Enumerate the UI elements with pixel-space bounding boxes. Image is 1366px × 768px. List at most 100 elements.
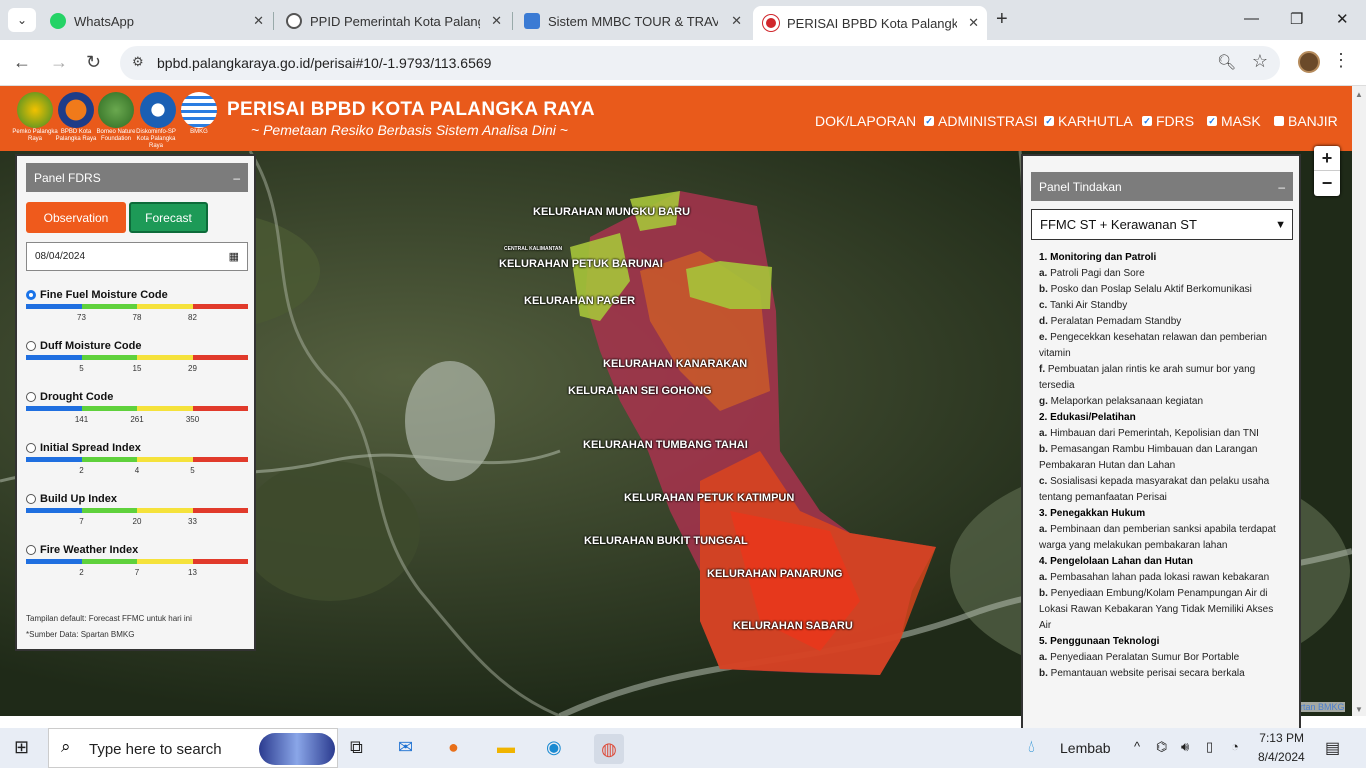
- taskbar-search[interactable]: ⌕ Type here to search: [48, 728, 338, 768]
- close-icon[interactable]: ✕: [491, 13, 502, 29]
- index-name[interactable]: Initial Spread Index: [40, 442, 141, 454]
- site-info-icon[interactable]: ⚙: [132, 54, 144, 70]
- action-key: c.: [1039, 476, 1048, 487]
- minimize-button[interactable]: –: [233, 171, 240, 185]
- menu-karhutla[interactable]: ✓ KARHUTLA: [1044, 113, 1133, 129]
- fdrs-index-item[interactable]: Drought Code 141 261 350: [26, 391, 248, 431]
- index-name[interactable]: Build Up Index: [40, 493, 117, 505]
- action-key: b.: [1039, 284, 1048, 295]
- tab-ppid[interactable]: PPID Pemerintah Kota Palangka ✕: [276, 6, 510, 36]
- menu-mask[interactable]: ✓ MASK: [1207, 113, 1261, 129]
- restore-window-button[interactable]: ❐: [1290, 10, 1303, 28]
- bnf-logo: [98, 92, 134, 128]
- checkbox-unchecked-icon[interactable]: [1274, 116, 1284, 126]
- action-key: a.: [1039, 268, 1048, 279]
- bookmark-star-icon[interactable]: ☆: [1252, 51, 1268, 72]
- forward-arrow-icon[interactable]: →: [50, 52, 68, 73]
- minimize-window-button[interactable]: —: [1244, 10, 1259, 27]
- battery-icon[interactable]: ▯: [1206, 739, 1213, 755]
- clock-date[interactable]: 8/4/2024: [1258, 750, 1305, 764]
- close-window-button[interactable]: ✕: [1336, 10, 1349, 28]
- close-icon[interactable]: ✕: [731, 13, 742, 29]
- date-value[interactable]: 08/04/2024: [35, 251, 85, 262]
- scale-tick-label: 141: [74, 415, 89, 424]
- browser-menu-icon[interactable]: ⋮: [1332, 50, 1350, 71]
- chrome-icon[interactable]: ◍: [594, 734, 624, 764]
- windows-start-icon[interactable]: ⊞: [14, 737, 29, 758]
- map-zoom-control[interactable]: + −: [1314, 146, 1340, 196]
- checkbox-checked-icon[interactable]: ✓: [1044, 116, 1054, 126]
- fdrs-index-item[interactable]: Fire Weather Index 2 7 13: [26, 544, 248, 584]
- profile-avatar[interactable]: [1298, 51, 1320, 73]
- chevron-up-icon[interactable]: ^: [1134, 739, 1140, 754]
- close-icon[interactable]: ✕: [253, 13, 264, 29]
- calendar-icon[interactable]: ▦: [229, 250, 239, 263]
- notification-icon[interactable]: ▤: [1325, 738, 1340, 758]
- action-key: b.: [1039, 444, 1048, 455]
- volume-icon[interactable]: 🔊︎: [1181, 739, 1189, 755]
- checkbox-checked-icon[interactable]: ✓: [924, 116, 934, 126]
- menu-dok-laporan[interactable]: DOK/LAPORAN: [815, 113, 916, 129]
- scale-segment-red: [192, 406, 248, 411]
- zoom-in-button[interactable]: +: [1314, 146, 1340, 171]
- radio-icon[interactable]: [26, 443, 36, 453]
- fdrs-index-item[interactable]: Duff Moisture Code 5 15 29: [26, 340, 248, 380]
- action-text: Pengecekkan kesehatan relawan dan pember…: [1039, 332, 1267, 359]
- action-key: 2.: [1039, 412, 1048, 423]
- map-attribution[interactable]: rtan BMKG: [1300, 702, 1345, 712]
- scale-segment-red: [192, 457, 248, 462]
- network-icon[interactable]: ⌬: [1156, 739, 1167, 755]
- radio-selected-icon[interactable]: [26, 290, 36, 300]
- menu-administrasi[interactable]: ✓ ADMINISTRASI: [924, 113, 1038, 129]
- new-tab-button[interactable]: +: [996, 8, 1008, 31]
- reload-icon[interactable]: ↻: [86, 52, 101, 73]
- tab-perisai[interactable]: PERISAI BPBD Kota Palangka Ra ✕: [753, 6, 987, 40]
- radio-icon[interactable]: [26, 494, 36, 504]
- fdrs-index-item[interactable]: Initial Spread Index 2 4 5: [26, 442, 248, 482]
- index-name[interactable]: Fire Weather Index: [40, 544, 138, 556]
- url-bar[interactable]: ⚙ bpbd.palangkaraya.go.id/perisai#10/-1.…: [120, 46, 1280, 80]
- zoom-out-button[interactable]: −: [1314, 171, 1340, 196]
- url-text[interactable]: bpbd.palangkaraya.go.id/perisai#10/-1.97…: [157, 55, 491, 71]
- file-explorer-icon[interactable]: ▬: [497, 737, 515, 758]
- tab-mmbc[interactable]: Sistem MMBC TOUR & TRAVEL ✕: [514, 6, 750, 36]
- select-value[interactable]: FFMC ST + Kerawanan ST: [1040, 217, 1197, 232]
- page-scrollbar[interactable]: ▲ ▼: [1352, 86, 1366, 716]
- date-input[interactable]: 08/04/2024 ▦: [26, 242, 248, 271]
- menu-banjir[interactable]: BANJIR: [1274, 113, 1338, 129]
- search-placeholder[interactable]: Type here to search: [89, 741, 222, 758]
- checkbox-checked-icon[interactable]: ✓: [1142, 116, 1152, 126]
- edge-icon[interactable]: ◉: [546, 737, 562, 758]
- index-name[interactable]: Drought Code: [40, 391, 113, 403]
- back-arrow-icon[interactable]: ←: [13, 52, 31, 73]
- firefox-icon[interactable]: ●: [448, 737, 459, 758]
- tab-whatsapp[interactable]: WhatsApp ✕: [40, 6, 272, 36]
- task-view-icon[interactable]: ⧉: [350, 737, 363, 758]
- minimize-button[interactable]: –: [1278, 180, 1285, 194]
- fdrs-index-item[interactable]: Fine Fuel Moisture Code 73 78 82: [26, 289, 248, 329]
- radio-icon[interactable]: [26, 545, 36, 555]
- checkbox-checked-icon[interactable]: ✓: [1207, 116, 1217, 126]
- kelurahan-label: KELURAHAN PANARUNG: [707, 568, 843, 580]
- fdrs-index-item[interactable]: Build Up Index 7 20 33: [26, 493, 248, 533]
- mail-icon[interactable]: ✉: [398, 737, 413, 758]
- data-source-note: *Sumber Data: Spartan BMKG: [26, 630, 135, 639]
- radio-icon[interactable]: [26, 341, 36, 351]
- index-scale-bar: [26, 508, 248, 513]
- wifi-icon[interactable]: ◔: [1231, 739, 1239, 754]
- observation-button[interactable]: Observation: [26, 202, 126, 233]
- action-text: Penggunaan Teknologi: [1050, 636, 1160, 647]
- clock-time[interactable]: 7:13 PM: [1258, 731, 1304, 745]
- index-name[interactable]: Fine Fuel Moisture Code: [40, 289, 168, 301]
- action-text: Melaporkan pelaksanaan kegiatan: [1050, 396, 1204, 407]
- index-select[interactable]: FFMC ST + Kerawanan ST ▼: [1031, 209, 1293, 240]
- index-name[interactable]: Duff Moisture Code: [40, 340, 141, 352]
- tab-search-button[interactable]: ⌄: [8, 8, 36, 32]
- close-icon[interactable]: ✕: [968, 15, 979, 31]
- action-key: 1.: [1039, 252, 1048, 263]
- forecast-button[interactable]: Forecast: [129, 202, 208, 233]
- radio-icon[interactable]: [26, 392, 36, 402]
- weather-text[interactable]: Lembab: [1060, 740, 1111, 756]
- menu-fdrs[interactable]: ✓ FDRS: [1142, 113, 1194, 129]
- zoom-icon[interactable]: 🔍︎: [1217, 53, 1236, 71]
